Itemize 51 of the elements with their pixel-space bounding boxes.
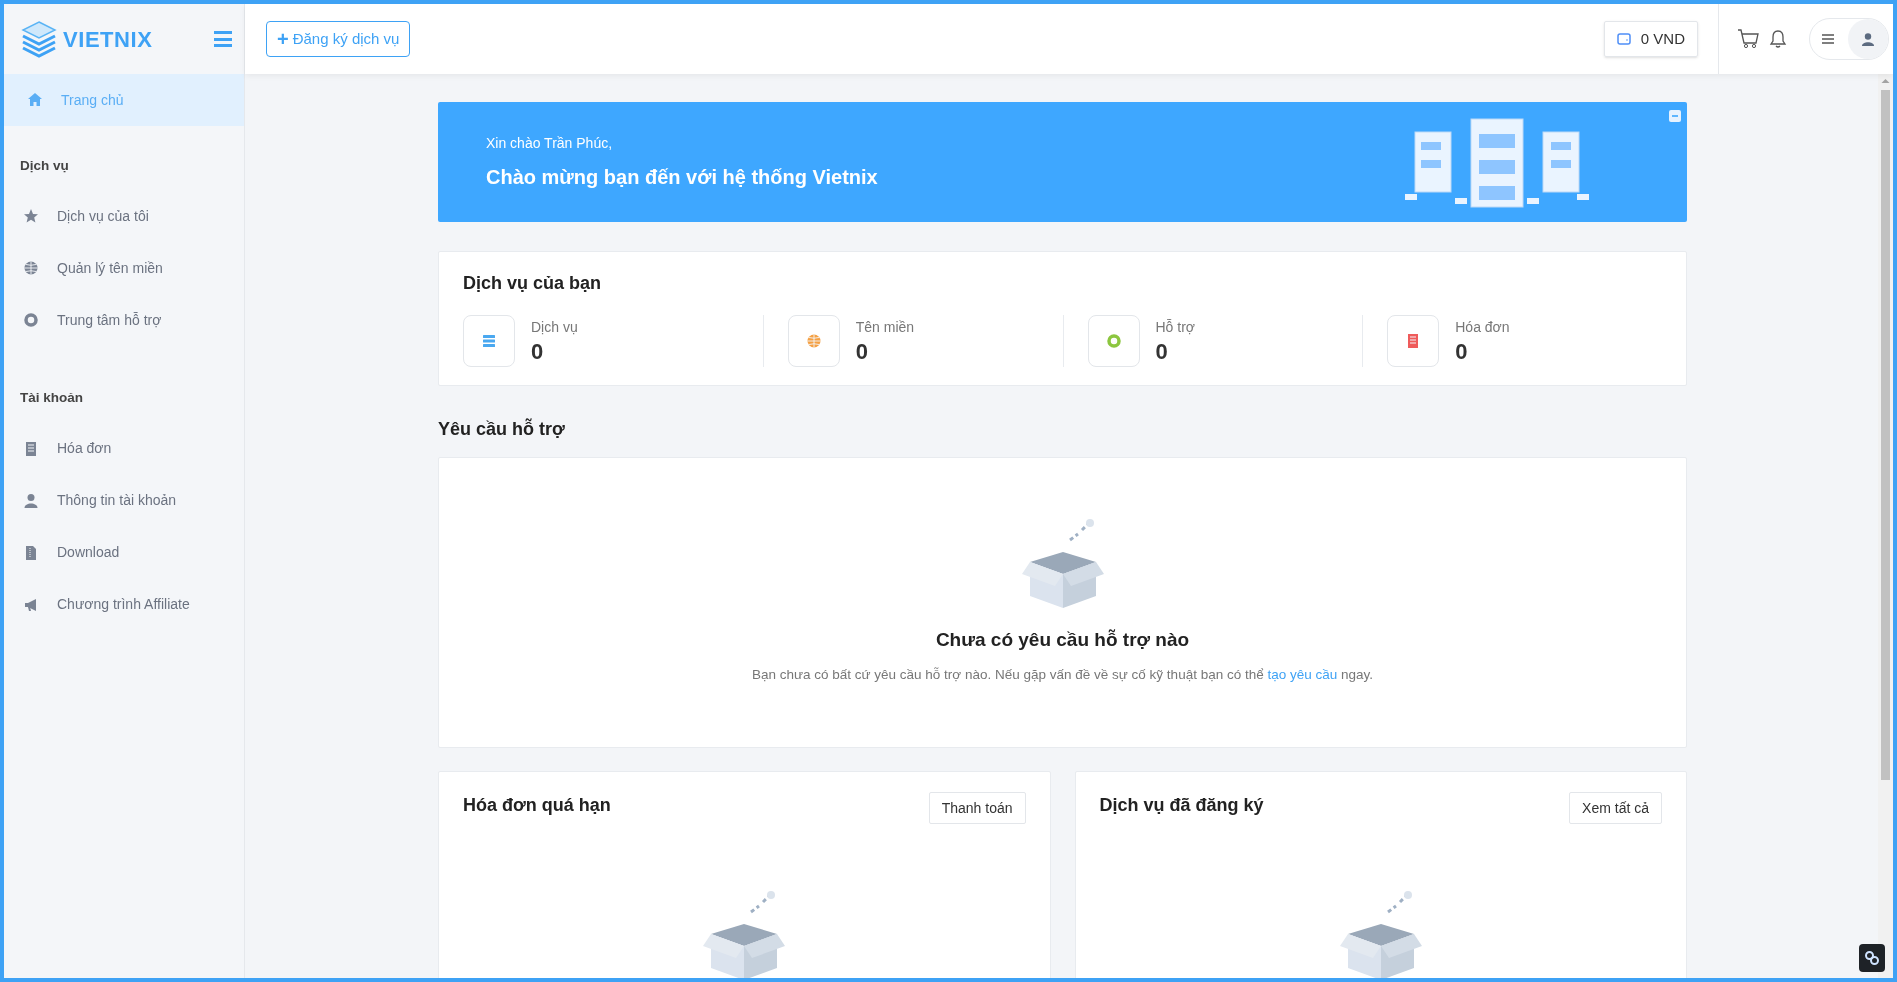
stat-value: 0: [1455, 337, 1469, 366]
sidebar-item[interactable]: Hóa đơn: [4, 422, 244, 475]
empty-title: Chưa có yêu cầu hỗ trợ nào: [935, 628, 1190, 652]
megaphone-icon: [23, 596, 39, 613]
card-title: Dịch vụ đã đăng ký: [1099, 794, 1264, 817]
scrollbar[interactable]: [1878, 74, 1893, 978]
stat-value: 0: [531, 337, 545, 366]
file-icon: [23, 544, 39, 561]
user-icon: [1862, 32, 1874, 46]
lifebuoy-icon: [23, 312, 39, 329]
sidebar-heading: Dịch vụ: [19, 157, 70, 175]
card-title: Dịch vụ của bạn: [463, 272, 603, 295]
sidebar-item[interactable]: Dịch vụ của tôi: [4, 190, 244, 243]
menu-button[interactable]: [214, 31, 232, 47]
create-request-link[interactable]: tạo yêu cầu: [1267, 666, 1338, 682]
welcome-title: Chào mừng bạn đến với hệ thống Vietnix: [486, 164, 878, 190]
star-icon: [23, 208, 39, 225]
balance-box[interactable]: 0 VND: [1603, 21, 1698, 57]
sidebar-item[interactable]: Chương trình Affiliate: [4, 578, 244, 631]
globe-icon: [23, 260, 39, 277]
user-icon: [23, 492, 39, 509]
card-action-button[interactable]: Xem tất cả: [1569, 792, 1662, 824]
stat-label: Hóa đơn: [1455, 317, 1510, 337]
plus-icon: +: [277, 29, 289, 49]
logo-text: VIETNIX: [63, 25, 153, 54]
home-icon: [27, 92, 43, 108]
sidebar-item[interactable]: Quản lý tên miền: [4, 242, 244, 295]
sidebar-heading: Tài khoản: [19, 389, 84, 408]
wallet-icon: [1616, 33, 1631, 45]
receipt-icon: [23, 440, 39, 457]
stat-value: 0: [855, 337, 869, 366]
bell-icon[interactable]: [1769, 29, 1787, 49]
sidebar-item[interactable]: Download: [4, 526, 244, 579]
greeting-text: Xin chào Trần Phúc,: [486, 133, 614, 153]
link-icon: [1864, 950, 1880, 966]
section-title: Yêu cầu hỗ trợ: [438, 417, 566, 441]
register-service-button[interactable]: + Đăng ký dịch vụ: [266, 21, 411, 57]
empty-message: Bạn chưa có bất cứ yêu cầu hỗ trợ nào. Nếu gặp vấn đề về sự cố kỹ thuật bạn có thể tạo yêu cầu ngay.: [751, 665, 1374, 684]
stat-label: Tên miền: [855, 317, 915, 337]
stat-label: Hỗ trợ: [1155, 317, 1196, 337]
stat-value: 0: [1155, 337, 1169, 366]
balance-amount: 0 VND: [1640, 28, 1685, 49]
card-title: Hóa đơn quá hạn: [463, 794, 611, 817]
logo-icon: [19, 20, 59, 58]
stat-label: Dịch vụ: [531, 317, 578, 337]
link-button[interactable]: [1859, 944, 1885, 972]
sidebar-item[interactable]: Trung tâm hỗ trợ: [4, 294, 244, 347]
cart-icon[interactable]: [1737, 29, 1759, 49]
sidebar-item[interactable]: Thông tin tài khoản: [4, 474, 244, 527]
menu-icon: [1822, 34, 1834, 44]
card-action-button[interactable]: Thanh toán: [928, 792, 1026, 824]
